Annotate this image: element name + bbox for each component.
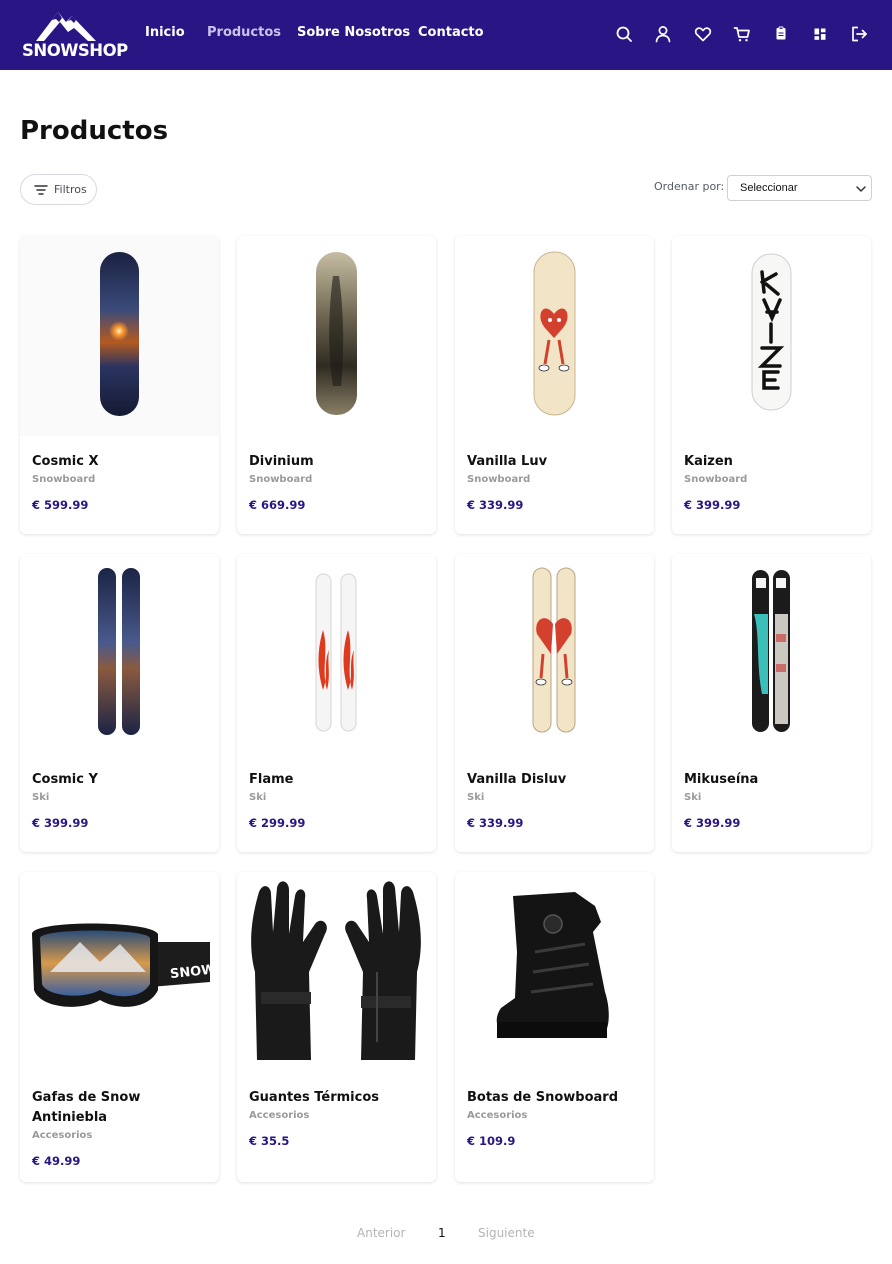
pagination-page-1[interactable]: 1 <box>438 1226 446 1240</box>
product-price: € 109.9 <box>467 1134 516 1148</box>
product-price: € 339.99 <box>467 498 524 512</box>
product-card[interactable]: Divinium Snowboard € 669.99 <box>237 236 436 534</box>
sort-label: Ordenar por: <box>654 180 725 193</box>
product-category: Accesorios <box>467 1110 528 1121</box>
product-image <box>237 554 436 754</box>
product-image: SNOWSHOP <box>20 872 219 1072</box>
product-name: Cosmic X <box>32 454 99 469</box>
product-image <box>237 236 436 436</box>
product-name: Vanilla Disluv <box>467 772 567 787</box>
product-category: Snowboard <box>684 474 748 485</box>
nav-productos[interactable]: Productos <box>207 25 281 40</box>
product-price: € 399.99 <box>684 498 741 512</box>
product-name: Botas de Snowboard <box>467 1090 619 1105</box>
chevron-down-icon <box>856 186 866 192</box>
page-title: Productos <box>20 116 169 146</box>
sort-select[interactable]: Seleccionar <box>727 175 872 201</box>
product-price: € 599.99 <box>32 498 89 512</box>
search-icon[interactable] <box>614 24 634 44</box>
product-image <box>20 554 219 754</box>
pagination-next[interactable]: Siguiente <box>478 1226 535 1240</box>
product-category: Ski <box>467 792 485 803</box>
product-category: Ski <box>249 792 267 803</box>
product-image <box>237 872 436 1072</box>
mountain-logo-icon <box>36 12 96 41</box>
product-name: Flame <box>249 772 294 787</box>
dashboard-icon[interactable] <box>810 24 830 44</box>
product-category: Snowboard <box>249 474 313 485</box>
product-image <box>672 236 871 436</box>
product-card[interactable]: Mikuseína Ski € 399.99 <box>672 554 871 852</box>
filter-icon <box>34 185 48 195</box>
product-category: Accesorios <box>249 1110 310 1121</box>
product-price: € 339.99 <box>467 816 524 830</box>
product-card[interactable]: Cosmic X Snowboard € 599.99 <box>20 236 219 534</box>
product-category: Accesorios <box>32 1130 93 1141</box>
product-image <box>455 554 654 754</box>
product-card[interactable]: Guantes Térmicos Accesorios € 35.5 <box>237 872 436 1182</box>
cart-icon[interactable] <box>732 24 752 44</box>
nav-inicio[interactable]: Inicio <box>145 25 185 40</box>
heart-icon[interactable] <box>693 24 713 44</box>
product-price: € 399.99 <box>684 816 741 830</box>
top-navbar: SNOWSHOP Inicio Productos Sobre Nosotros… <box>0 0 892 70</box>
product-name: Kaizen <box>684 454 733 469</box>
nav-sobre-nosotros[interactable]: Sobre Nosotros <box>297 25 410 40</box>
product-category: Snowboard <box>467 474 531 485</box>
product-name: Guantes Térmicos <box>249 1090 379 1105</box>
product-image <box>455 872 654 1072</box>
snowshop-logo[interactable]: SNOWSHOP <box>22 8 128 62</box>
filters-button[interactable]: Filtros <box>20 174 97 205</box>
sort-select-value: Seleccionar <box>740 182 798 194</box>
product-price: € 299.99 <box>249 816 306 830</box>
product-name: Gafas de Snow Antiniebla <box>32 1090 141 1125</box>
product-name: Vanilla Luv <box>467 454 548 469</box>
product-image <box>455 236 654 436</box>
product-price: € 399.99 <box>32 816 89 830</box>
product-name: Divinium <box>249 454 314 469</box>
product-price: € 669.99 <box>249 498 306 512</box>
product-category: Ski <box>684 792 702 803</box>
brand-name: SNOWSHOP <box>22 41 128 60</box>
product-price: € 35.5 <box>249 1134 290 1148</box>
product-card[interactable]: Kaizen Snowboard € 399.99 <box>672 236 871 534</box>
logout-icon[interactable] <box>849 24 869 44</box>
product-name: Cosmic Y <box>32 772 98 787</box>
product-category: Snowboard <box>32 474 96 485</box>
product-card[interactable]: Vanilla Luv Snowboard € 339.99 <box>455 236 654 534</box>
product-card[interactable]: SNOWSHOP Gafas de Snow Antiniebla Acceso… <box>20 872 219 1182</box>
product-card[interactable]: Flame Ski € 299.99 <box>237 554 436 852</box>
clipboard-icon[interactable] <box>771 24 791 44</box>
product-image <box>20 236 219 436</box>
product-card[interactable]: Cosmic Y Ski € 399.99 <box>20 554 219 852</box>
product-name: Mikuseína <box>684 772 759 787</box>
product-card[interactable]: Botas de Snowboard Accesorios € 109.9 <box>455 872 654 1182</box>
nav-contacto[interactable]: Contacto <box>418 25 484 40</box>
filters-label: Filtros <box>54 183 87 196</box>
user-icon[interactable] <box>653 24 673 44</box>
product-category: Ski <box>32 792 50 803</box>
product-image <box>672 554 871 754</box>
product-card[interactable]: Vanilla Disluv Ski € 339.99 <box>455 554 654 852</box>
product-price: € 49.99 <box>32 1154 81 1168</box>
pagination-prev[interactable]: Anterior <box>357 1226 405 1240</box>
